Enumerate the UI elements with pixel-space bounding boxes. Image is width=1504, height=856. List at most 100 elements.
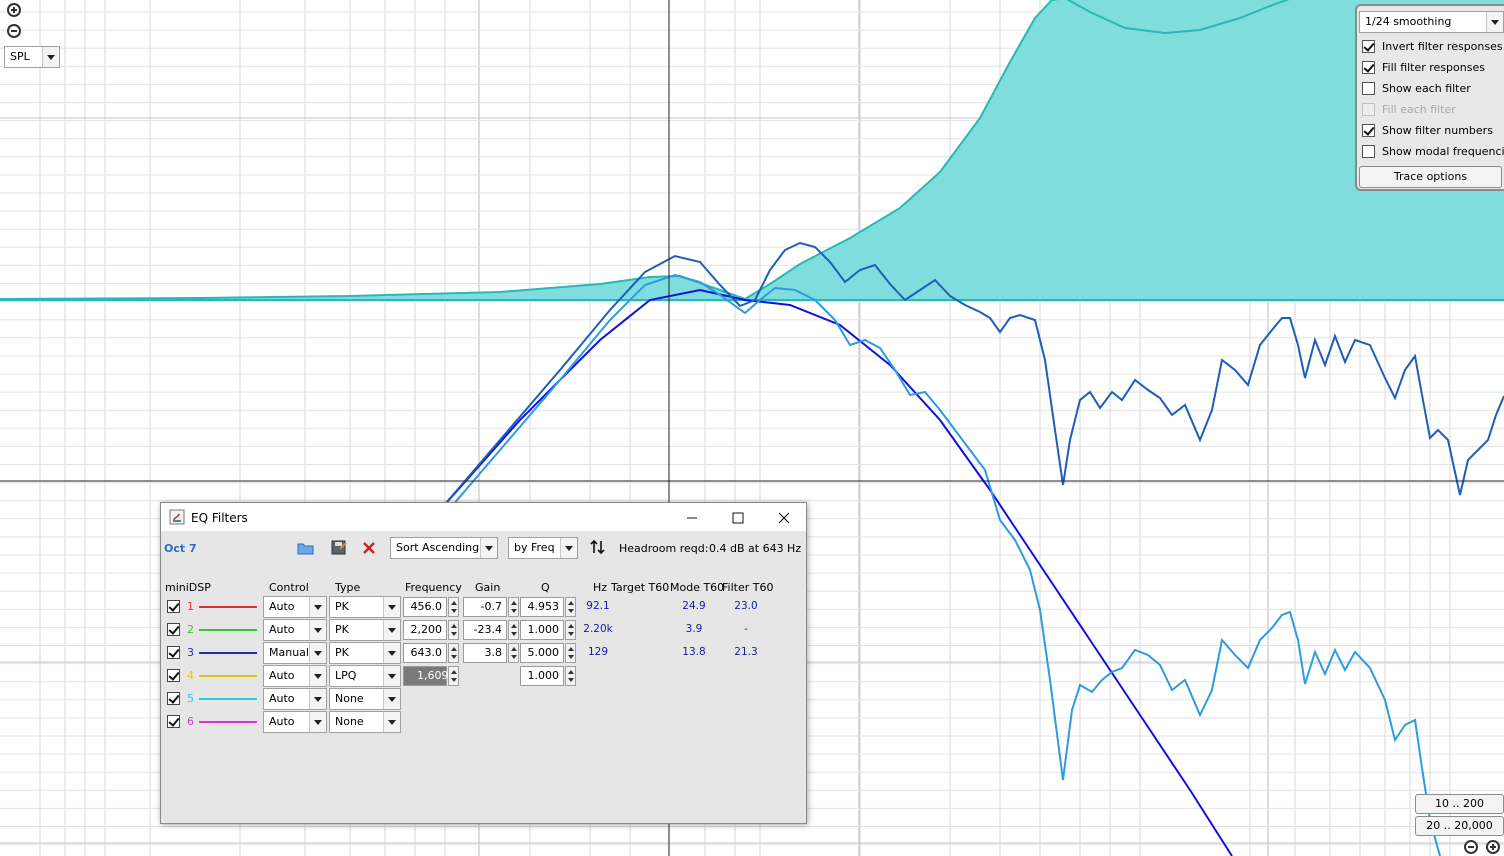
filter-control-select[interactable]: Auto bbox=[263, 596, 327, 618]
trace-select-value: SPL bbox=[10, 50, 30, 63]
zoom-in-icon[interactable] bbox=[1486, 840, 1500, 854]
filter-filter-t60-value: 23.0 bbox=[734, 600, 758, 612]
chevron-down-icon bbox=[560, 538, 577, 558]
smoothing-select-value: 1/24 smoothing bbox=[1365, 15, 1452, 28]
frequency-stepper[interactable] bbox=[448, 597, 459, 617]
q-stepper[interactable] bbox=[565, 643, 576, 663]
filter-mode-t60-value: 13.8 bbox=[682, 646, 706, 658]
filter-type-select[interactable]: LPQ bbox=[329, 665, 401, 687]
chevron-down-icon bbox=[1486, 12, 1503, 32]
filter-row: 3 Manual PK 643.0 3.8 5.000 129 13.8 21.3 bbox=[161, 642, 806, 664]
filter-enabled-checkbox[interactable] bbox=[167, 600, 180, 613]
q-stepper[interactable] bbox=[565, 597, 576, 617]
option-fill-filter-responses[interactable]: Fill filter responses bbox=[1362, 59, 1485, 77]
filter-control-value: Auto bbox=[269, 692, 295, 705]
filter-control-select[interactable]: Auto bbox=[263, 665, 327, 687]
filter-frequency-field[interactable]: 1,609 bbox=[403, 666, 449, 686]
filter-enabled-checkbox[interactable] bbox=[167, 646, 180, 659]
chevron-down-icon bbox=[309, 666, 326, 686]
filter-control-value: Manual bbox=[269, 646, 309, 659]
filter-control-select[interactable]: Manual bbox=[263, 642, 327, 664]
save-icon[interactable] bbox=[330, 540, 348, 556]
filter-gain-field[interactable]: -0.7 bbox=[463, 597, 507, 617]
filter-enabled-checkbox[interactable] bbox=[167, 692, 180, 705]
range-10-200-button[interactable]: 10 .. 200 bbox=[1415, 794, 1504, 814]
filter-q-field[interactable]: 4.953 bbox=[520, 597, 564, 617]
option-invert-filter-responses[interactable]: Invert filter responses bbox=[1362, 38, 1503, 56]
dialog-titlebar[interactable]: EQ Filters bbox=[161, 503, 806, 531]
filter-frequency-field[interactable]: 456.0 bbox=[403, 597, 447, 617]
zoom-in-icon[interactable] bbox=[7, 3, 21, 17]
frequency-stepper[interactable] bbox=[448, 666, 459, 686]
gain-stepper[interactable] bbox=[508, 597, 519, 617]
frequency-stepper[interactable] bbox=[448, 620, 459, 640]
filter-filter-t60-value: - bbox=[744, 623, 748, 635]
filter-type-select[interactable]: None bbox=[329, 688, 401, 710]
minimize-icon[interactable] bbox=[685, 511, 699, 525]
filter-filter-t60-value: 21.3 bbox=[734, 646, 758, 658]
col-header-filter-t60: Filter T60 bbox=[722, 581, 774, 594]
filter-q-field[interactable]: 1.000 bbox=[520, 666, 564, 686]
sort-by-value: by Freq bbox=[514, 541, 555, 554]
option-label: Invert filter responses bbox=[1382, 40, 1503, 53]
delete-icon[interactable] bbox=[361, 540, 377, 556]
filter-row: 5 Auto None bbox=[161, 688, 806, 710]
checkbox[interactable] bbox=[1362, 144, 1375, 158]
filter-type-select[interactable]: PK bbox=[329, 619, 401, 641]
filter-frequency-field[interactable]: 2,200 bbox=[403, 620, 447, 640]
gain-stepper[interactable] bbox=[508, 620, 519, 640]
filter-control-select[interactable]: Auto bbox=[263, 711, 327, 733]
q-stepper[interactable] bbox=[565, 666, 576, 686]
filter-q-field[interactable]: 1.000 bbox=[520, 620, 564, 640]
filter-enabled-checkbox[interactable] bbox=[167, 623, 180, 636]
trace-options-button[interactable]: Trace options bbox=[1359, 166, 1502, 188]
filter-enabled-checkbox[interactable] bbox=[167, 669, 180, 682]
option-show-modal-frequencies[interactable]: Show modal frequencies bbox=[1362, 143, 1504, 161]
filter-gain-field[interactable]: 3.8 bbox=[463, 643, 507, 663]
chevron-down-icon bbox=[309, 689, 326, 709]
option-label: Fill filter responses bbox=[1382, 61, 1485, 74]
close-icon[interactable] bbox=[777, 511, 791, 525]
maximize-icon[interactable] bbox=[731, 511, 745, 525]
col-header-type: Type bbox=[335, 581, 361, 594]
smoothing-select[interactable]: 1/24 smoothing bbox=[1359, 11, 1504, 33]
checkbox[interactable] bbox=[1362, 60, 1375, 74]
sort-order-select[interactable]: Sort Ascending bbox=[390, 537, 498, 559]
chevron-down-icon bbox=[309, 597, 326, 617]
filter-control-value: Auto bbox=[269, 600, 295, 613]
checkbox[interactable] bbox=[1362, 39, 1375, 53]
filter-type-select[interactable]: PK bbox=[329, 642, 401, 664]
range-20-20000-button[interactable]: 20 .. 20,000 bbox=[1415, 816, 1504, 836]
option-show-filter-numbers[interactable]: Show filter numbers bbox=[1362, 122, 1493, 140]
filter-hz-value: 2.20k bbox=[583, 623, 613, 635]
open-folder-icon[interactable] bbox=[297, 540, 315, 556]
frequency-stepper[interactable] bbox=[448, 643, 459, 663]
option-show-each-filter[interactable]: Show each filter bbox=[1362, 80, 1471, 98]
trace-select[interactable]: SPL bbox=[4, 46, 60, 68]
filter-frequency-field[interactable]: 643.0 bbox=[403, 643, 447, 663]
checkbox[interactable] bbox=[1362, 81, 1375, 95]
checkbox[interactable] bbox=[1362, 123, 1375, 137]
chevron-down-icon bbox=[383, 597, 400, 617]
filter-type-select[interactable]: PK bbox=[329, 596, 401, 618]
filter-gain-field[interactable]: -23.4 bbox=[463, 620, 507, 640]
filter-type-value: PK bbox=[335, 623, 349, 636]
zoom-out-icon[interactable] bbox=[7, 24, 21, 38]
filter-type-value: None bbox=[335, 715, 364, 728]
filter-type-value: PK bbox=[335, 646, 349, 659]
filter-color-swatch bbox=[199, 721, 257, 723]
filter-control-select[interactable]: Auto bbox=[263, 619, 327, 641]
filter-enabled-checkbox[interactable] bbox=[167, 715, 180, 728]
q-stepper[interactable] bbox=[565, 620, 576, 640]
gain-stepper[interactable] bbox=[508, 643, 519, 663]
chevron-down-icon bbox=[383, 712, 400, 732]
filter-number: 3 bbox=[187, 646, 194, 659]
sort-by-select[interactable]: by Freq bbox=[508, 537, 578, 559]
filter-control-select[interactable]: Auto bbox=[263, 688, 327, 710]
filter-type-select[interactable]: None bbox=[329, 711, 401, 733]
col-header-q: Q bbox=[541, 581, 550, 594]
filter-mode-t60-value: 3.9 bbox=[685, 623, 703, 635]
zoom-out-icon[interactable] bbox=[1464, 840, 1478, 854]
filter-q-field[interactable]: 5.000 bbox=[520, 643, 564, 663]
sort-toggle-icon[interactable] bbox=[589, 539, 607, 555]
